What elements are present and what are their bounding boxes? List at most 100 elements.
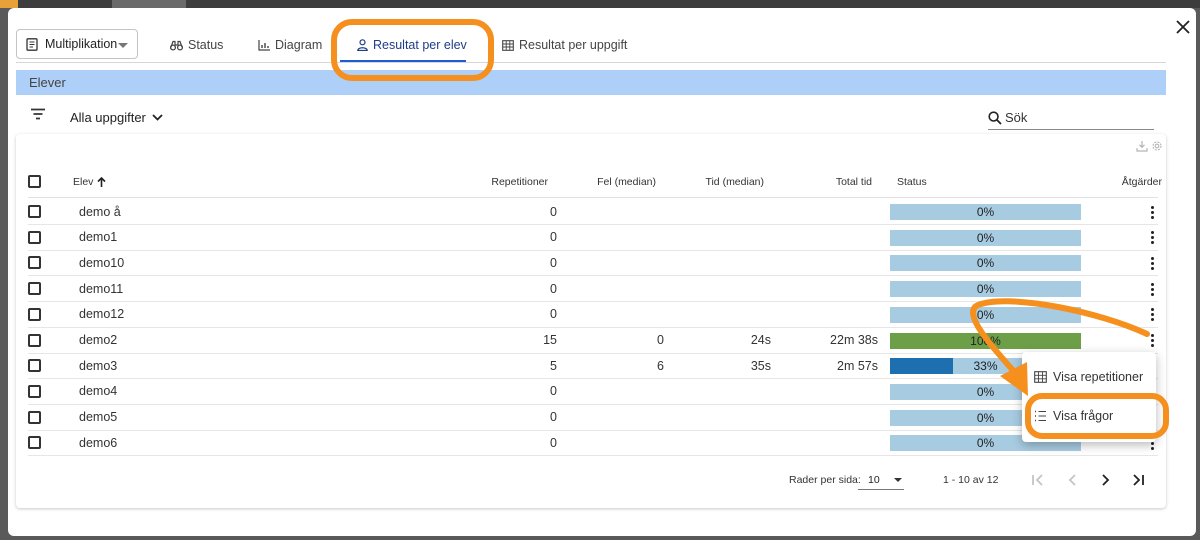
row-checkbox[interactable] [28, 410, 41, 424]
exercise-select[interactable]: Multiplikation [16, 29, 138, 59]
first-page-button[interactable] [1028, 470, 1048, 490]
column-label: Status [897, 176, 927, 188]
tab-label: Diagram [275, 38, 323, 52]
select-all-checkbox[interactable] [28, 175, 41, 188]
row-checkbox[interactable] [28, 205, 41, 218]
row-actions-button[interactable] [1146, 332, 1158, 350]
close-icon [1176, 20, 1190, 34]
tab-results-per-task[interactable]: Resultat per uppgift [502, 30, 627, 60]
table-row[interactable]: demo12 0 0% [28, 302, 1158, 328]
background-app-strip [0, 0, 1200, 8]
status-progress-bar: 0% [890, 306, 1081, 323]
column-header-errors[interactable]: Fel (median) [574, 166, 656, 198]
repetitions-value: 5 [550, 358, 557, 373]
student-name: demo3 [79, 358, 118, 373]
search-icon [988, 110, 1002, 125]
errors-value [574, 225, 664, 250]
total-time-value [788, 430, 878, 455]
table-row[interactable]: demo3 5 6 35s 2m 57s 33% [28, 353, 1158, 380]
column-label: Fel (median) [597, 176, 656, 188]
chevron-down-icon [152, 113, 163, 121]
task-filter-dropdown[interactable]: Alla uppgifter [70, 108, 163, 126]
column-header-total-time[interactable]: Total tid [788, 166, 872, 198]
total-time-value [788, 199, 878, 224]
student-name: demo11 [79, 281, 124, 296]
time-value [678, 250, 771, 275]
column-header-time[interactable]: Tid (median) [678, 166, 764, 198]
student-name: demo4 [79, 384, 118, 399]
total-time-value: 2m 57s [837, 358, 878, 373]
row-checkbox[interactable] [28, 359, 41, 373]
repetitions-value: 0 [550, 435, 557, 450]
total-time-value [788, 225, 878, 250]
table-row[interactable]: demo4 0 0% [28, 379, 1158, 405]
download-icon[interactable] [1136, 140, 1148, 152]
row-checkbox[interactable] [28, 282, 41, 296]
tab-diagram[interactable]: Diagram [258, 30, 322, 60]
next-page-button[interactable] [1095, 470, 1115, 490]
repetitions-value: 0 [550, 230, 557, 245]
table-row[interactable]: demo5 0 0% [28, 405, 1158, 431]
time-value: 24s [750, 333, 771, 347]
row-checkbox[interactable] [28, 436, 41, 450]
row-actions-button[interactable] [1146, 306, 1158, 324]
table-row[interactable]: demo1 0 0% [28, 225, 1158, 251]
row-checkbox[interactable] [28, 384, 41, 398]
column-header-status[interactable]: Status [897, 166, 927, 198]
row-actions-button[interactable] [1146, 203, 1158, 221]
pagination-range: 1 - 10 av 12 [943, 474, 999, 486]
table-header: Elev Repetitioner Fel (median) Tid (medi… [28, 166, 1162, 198]
repetitions-value: 15 [543, 333, 557, 347]
gear-icon[interactable] [1151, 140, 1163, 152]
row-checkbox[interactable] [28, 230, 41, 244]
total-time-value: 22m 38s [830, 333, 878, 347]
status-progress-bar: 0% [890, 255, 1081, 272]
table-row[interactable]: demo å 0 0% [28, 199, 1158, 225]
row-actions-button[interactable] [1146, 254, 1158, 272]
section-title: Elever [29, 75, 66, 90]
errors-value [574, 302, 664, 327]
menu-item-show-repetitions[interactable]: Visa repetitioner [1022, 362, 1156, 392]
row-checkbox[interactable] [28, 307, 41, 321]
status-progress-bar: 0% [890, 281, 1081, 298]
errors-value [574, 250, 664, 275]
search-input[interactable] [1005, 110, 1145, 125]
caret-down-icon [894, 478, 902, 482]
last-page-icon [1133, 474, 1144, 486]
close-button[interactable] [1170, 14, 1196, 40]
tab-status[interactable]: Status [170, 30, 223, 60]
row-actions-button[interactable] [1146, 280, 1158, 298]
filter-button[interactable] [30, 108, 46, 123]
total-time-value [788, 276, 878, 301]
tab-label: Status [188, 38, 224, 52]
time-value [678, 302, 771, 327]
row-actions-button[interactable] [1146, 229, 1158, 247]
total-time-value [788, 302, 878, 327]
errors-value [574, 379, 664, 404]
table-row[interactable]: demo2 15 0 24s 22m 38s 100% [28, 328, 1158, 354]
rows-per-page-select[interactable]: 10 [858, 470, 904, 490]
table-row[interactable]: demo10 0 0% [28, 250, 1158, 277]
table-row[interactable]: demo6 0 0% [28, 430, 1158, 457]
errors-value [574, 405, 664, 430]
menu-item-show-questions[interactable]: Visa frågor [1022, 401, 1156, 431]
search-field[interactable] [988, 106, 1154, 130]
filter-icon [31, 108, 45, 120]
previous-page-button[interactable] [1062, 470, 1082, 490]
status-progress-text: 0% [976, 230, 995, 245]
table-row[interactable]: demo11 0 0% [28, 276, 1158, 303]
column-label: Repetitioner [491, 176, 548, 188]
student-name: demo5 [79, 410, 118, 425]
task-filter-label: Alla uppgifter [70, 109, 146, 125]
column-header-student[interactable]: Elev [73, 166, 107, 198]
row-checkbox[interactable] [28, 333, 41, 347]
tab-results-per-student[interactable]: Resultat per elev [357, 30, 467, 60]
column-label: Elev [73, 176, 94, 188]
tab-label: Resultat per uppgift [519, 38, 628, 52]
document-icon [26, 37, 38, 51]
column-header-repetitions[interactable]: Repetitioner [468, 166, 548, 198]
last-page-button[interactable] [1128, 470, 1148, 490]
student-name: demo2 [79, 333, 118, 347]
row-checkbox[interactable] [28, 256, 41, 270]
section-header: Elever [16, 70, 1166, 95]
